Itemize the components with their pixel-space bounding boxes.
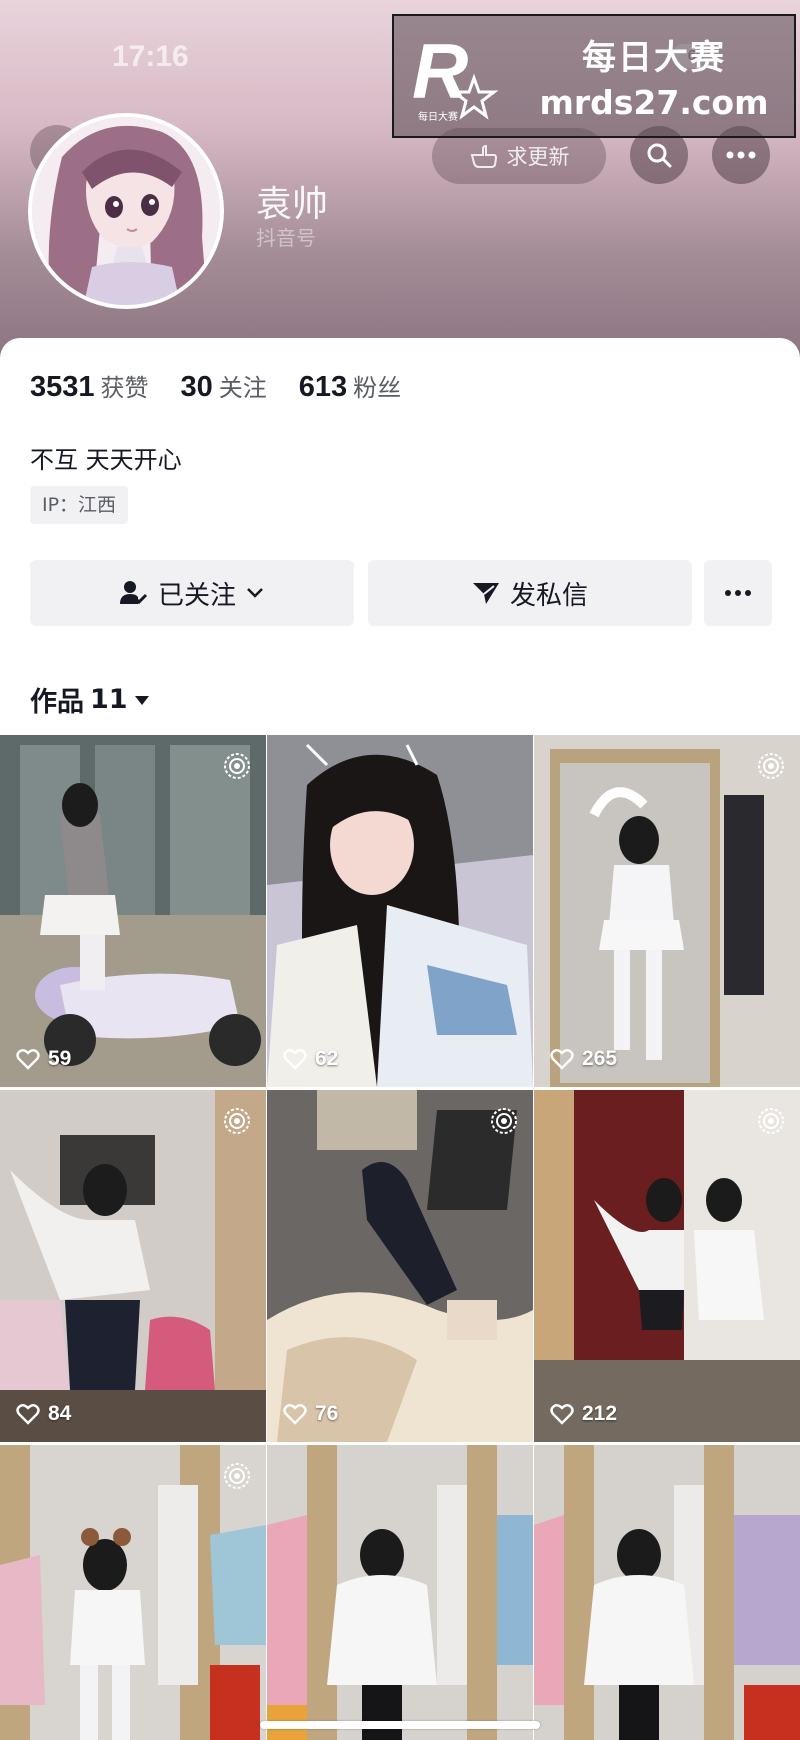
thumbnail-image	[267, 1090, 533, 1442]
video-tile[interactable]	[534, 1445, 800, 1740]
works-grid: 59 62 265 84 76 212	[0, 735, 800, 1740]
following-stat[interactable]: 30 关注	[181, 368, 267, 404]
thumbnail-image	[534, 1090, 800, 1442]
works-tab[interactable]: 作品 11	[30, 680, 150, 719]
followers-label: 粉丝	[353, 374, 402, 402]
following-count: 30	[180, 371, 213, 403]
like-count: 76	[283, 1402, 338, 1426]
bio-text: 不互 天天开心	[30, 446, 182, 474]
following-label: 关注	[218, 374, 267, 402]
live-photo-icon	[224, 1463, 250, 1489]
user-check-icon	[119, 581, 148, 605]
following-button-label: 已关注	[157, 580, 236, 611]
watermark-logo-text: 每日大赛	[418, 110, 458, 123]
profile-card: 3531 获赞 30 关注 613 粉丝 不互 天天开心 IP：江西 已关注 发私信	[0, 338, 800, 1740]
video-tile[interactable]: 84	[0, 1090, 266, 1442]
heart-icon	[283, 1049, 307, 1070]
request-update-label: 求更新	[506, 145, 570, 169]
watermark-url: mrds27.com	[539, 83, 769, 122]
anime-girl-avatar	[32, 117, 220, 305]
paper-plane-icon	[472, 583, 499, 604]
more-icon	[725, 590, 751, 596]
thumbnail-image	[534, 1445, 800, 1740]
video-tile[interactable]	[267, 1445, 533, 1740]
video-tile[interactable]: 212	[534, 1090, 800, 1442]
like-count-value: 84	[48, 1402, 72, 1425]
avatar[interactable]	[28, 113, 224, 309]
likes-label: 获赞	[100, 374, 149, 402]
account-id-label: 抖音号	[256, 226, 316, 250]
video-tile[interactable]: 76	[267, 1090, 533, 1442]
caret-down-icon	[134, 695, 149, 705]
thumbnail-image	[534, 735, 800, 1087]
stats-row: 3531 获赞 30 关注 613 粉丝	[30, 368, 401, 404]
home-indicator[interactable]	[260, 1721, 540, 1729]
likes-stat[interactable]: 3531 获赞	[30, 368, 149, 404]
following-button[interactable]: 已关注	[30, 560, 354, 626]
hand-point-icon	[470, 144, 497, 168]
live-photo-icon	[224, 1108, 250, 1134]
live-photo-icon	[758, 1108, 784, 1134]
heart-icon	[550, 1049, 574, 1070]
more-icon	[726, 151, 756, 159]
heart-icon	[16, 1404, 40, 1425]
status-time: 17:16	[112, 40, 189, 73]
like-count: 212	[550, 1402, 617, 1426]
like-count-value: 59	[48, 1047, 72, 1070]
like-count: 265	[550, 1047, 617, 1071]
followers-stat[interactable]: 613 粉丝	[299, 368, 401, 404]
thumbnail-image	[267, 735, 533, 1087]
watermark-banner: R 每日大赛 每日大赛 mrds27.com	[392, 14, 796, 138]
works-label: 作品	[30, 687, 84, 718]
profile-header: 17:16 60 袁帅 抖音号 求更新	[0, 0, 800, 360]
like-count: 84	[16, 1402, 71, 1426]
watermark-logo: R 每日大赛	[394, 16, 514, 136]
ip-location-tag: IP：江西	[30, 486, 129, 524]
like-count: 62	[283, 1047, 338, 1071]
thumbnail-image	[0, 1090, 266, 1442]
chevron-down-icon	[247, 588, 263, 598]
watermark-text: 每日大赛 mrds27.com	[514, 30, 794, 122]
like-count-value: 212	[582, 1402, 618, 1425]
video-tile[interactable]	[0, 1445, 266, 1740]
like-count-value: 62	[315, 1047, 339, 1070]
video-tile[interactable]: 265	[534, 735, 800, 1087]
live-photo-icon	[758, 753, 784, 779]
more-actions-button[interactable]	[704, 560, 772, 626]
like-count: 59	[16, 1047, 71, 1071]
watermark-title: 每日大赛	[582, 38, 726, 78]
heart-icon	[283, 1404, 307, 1425]
video-tile[interactable]: 62	[267, 735, 533, 1087]
thumbnail-image	[0, 735, 266, 1087]
svg-text:R: R	[412, 27, 468, 115]
followers-count: 613	[298, 371, 348, 403]
likes-count: 3531	[30, 371, 95, 403]
heart-icon	[550, 1404, 574, 1425]
username: 袁帅	[256, 184, 329, 225]
like-count-value: 76	[315, 1402, 339, 1425]
send-message-button[interactable]: 发私信	[368, 560, 692, 626]
search-icon	[647, 143, 672, 168]
works-count: 11	[90, 684, 128, 715]
video-tile[interactable]: 59	[0, 735, 266, 1087]
heart-icon	[16, 1049, 40, 1070]
live-photo-icon	[224, 753, 250, 779]
like-count-value: 265	[582, 1047, 618, 1070]
live-photo-icon	[491, 1108, 517, 1134]
thumbnail-image	[267, 1445, 533, 1740]
send-message-label: 发私信	[509, 580, 588, 611]
